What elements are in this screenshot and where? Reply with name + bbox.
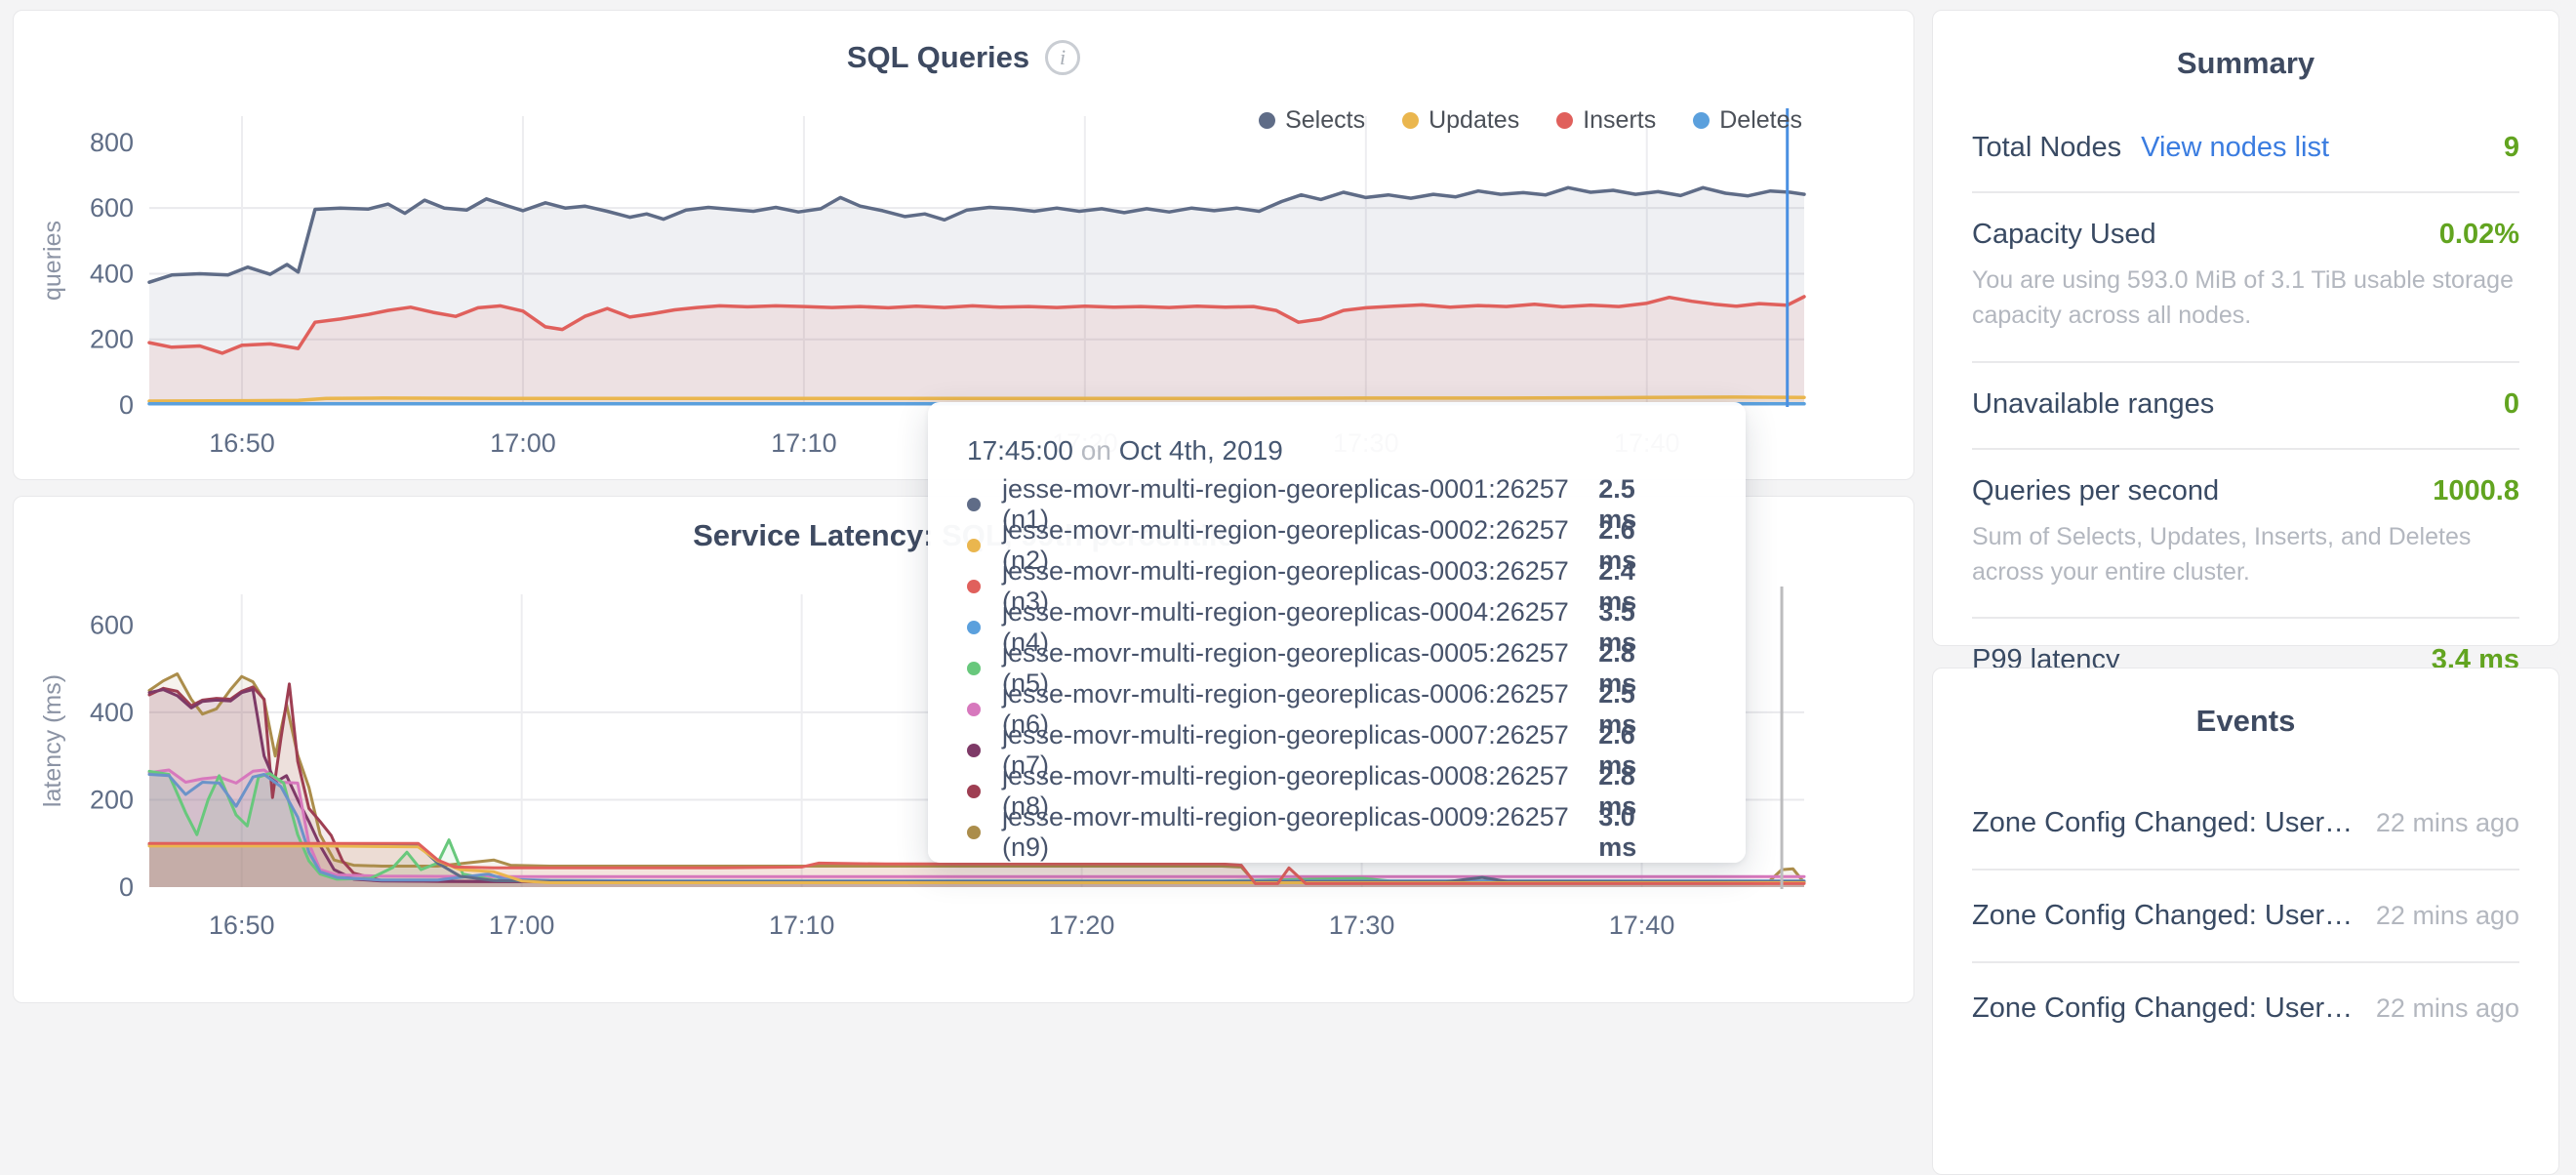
series-dot [967,744,981,757]
summary-label: Unavailable ranges [1972,388,2214,421]
summary-value: 1000.8 [2433,475,2519,507]
svg-text:400: 400 [90,259,134,288]
tooltip-timestamp: 17:45:00 on Oct 4th, 2019 [967,435,1707,466]
events-panel: Events Zone Config Changed: User… 22 mins… [1932,668,2559,1175]
tooltip-node-row: jesse-movr-multi-region-georeplicas-0009… [967,812,1707,853]
legend-item-inserts[interactable]: Inserts [1556,106,1656,135]
divider [1972,361,2519,363]
svg-text:queries: queries [39,221,66,301]
series-dot [967,826,981,839]
series-dot [967,498,981,511]
svg-text:800: 800 [90,128,134,157]
sql-queries-title: SQL Queries [847,40,1029,75]
summary-value: 0.02% [2439,219,2519,251]
svg-text:200: 200 [90,785,134,814]
legend-label: Inserts [1583,106,1656,135]
event-time: 22 mins ago [2376,993,2519,1024]
legend-item-updates[interactable]: Updates [1402,106,1519,135]
svg-text:17:10: 17:10 [769,911,835,940]
summary-row: Total Nodes View nodes list 9 [1972,132,2519,164]
summary-value: 0 [2504,388,2519,421]
node-latency-value: 3.0 ms [1598,802,1707,863]
svg-text:600: 600 [90,193,134,223]
series-dot [967,539,981,552]
sql-queries-legend: Selects Updates Inserts Deletes [1259,106,1802,135]
legend-item-selects[interactable]: Selects [1259,106,1365,135]
event-row[interactable]: Zone Config Changed: User… 22 mins ago [1972,961,2519,1054]
svg-text:17:00: 17:00 [489,911,555,940]
svg-text:16:50: 16:50 [209,911,275,940]
svg-text:0: 0 [119,390,134,420]
svg-text:17:20: 17:20 [1049,911,1115,940]
event-row[interactable]: Zone Config Changed: User… 22 mins ago [1972,778,2519,869]
summary-row: Unavailable ranges 0 [1972,388,2519,421]
summary-label: Total Nodes [1972,132,2121,164]
summary-row: Capacity Used 0.02% [1972,219,2519,251]
summary-subtext: Sum of Selects, Updates, Inserts, and De… [1972,519,2519,590]
svg-text:16:50: 16:50 [209,428,275,458]
summary-label: Queries per second [1972,475,2219,507]
legend-label: Deletes [1719,106,1802,135]
svg-text:400: 400 [90,698,134,727]
summary-subtext: You are using 593.0 MiB of 3.1 TiB usabl… [1972,263,2519,334]
legend-dot [1693,112,1710,129]
legend-dot [1402,112,1419,129]
series-dot [967,662,981,675]
events-title: Events [1972,704,2519,739]
event-time: 22 mins ago [2376,808,2519,838]
divider [1972,191,2519,193]
event-label: Zone Config Changed: User… [1972,900,2353,932]
svg-text:17:40: 17:40 [1609,911,1675,940]
legend-dot [1556,112,1573,129]
svg-text:17:00: 17:00 [490,428,556,458]
series-dot [967,580,981,593]
chart-hover-tooltip: 17:45:00 on Oct 4th, 2019 jesse-movr-mul… [928,402,1746,863]
cluster-overview-page: { "sql_chart": { "title": "SQL Queries",… [0,0,2576,974]
svg-text:latency (ms): latency (ms) [39,674,66,807]
series-dot [967,703,981,716]
divider [1972,617,2519,619]
event-label: Zone Config Changed: User… [1972,993,2353,1025]
node-name: jesse-movr-multi-region-georeplicas-0009… [1002,802,1598,863]
legend-item-deletes[interactable]: Deletes [1693,106,1802,135]
divider [1972,448,2519,450]
svg-text:600: 600 [90,610,134,639]
summary-title: Summary [1972,46,2519,81]
summary-panel: Summary Total Nodes View nodes list 9 Capac… [1932,10,2559,646]
svg-text:200: 200 [90,325,134,354]
series-dot [967,785,981,798]
summary-label: Capacity Used [1972,219,2156,251]
series-dot [967,621,981,634]
legend-dot [1259,112,1275,129]
view-nodes-list-link[interactable]: View nodes list [2141,132,2329,164]
info-icon[interactable]: i [1045,40,1080,75]
svg-text:0: 0 [119,872,134,902]
summary-value: 9 [2504,132,2519,164]
legend-label: Updates [1429,106,1519,135]
legend-label: Selects [1285,106,1365,135]
event-row[interactable]: Zone Config Changed: User… 22 mins ago [1972,869,2519,961]
summary-row: Queries per second 1000.8 [1972,475,2519,507]
svg-text:17:10: 17:10 [771,428,837,458]
svg-text:17:30: 17:30 [1329,911,1395,940]
event-time: 22 mins ago [2376,901,2519,931]
event-label: Zone Config Changed: User… [1972,807,2353,839]
